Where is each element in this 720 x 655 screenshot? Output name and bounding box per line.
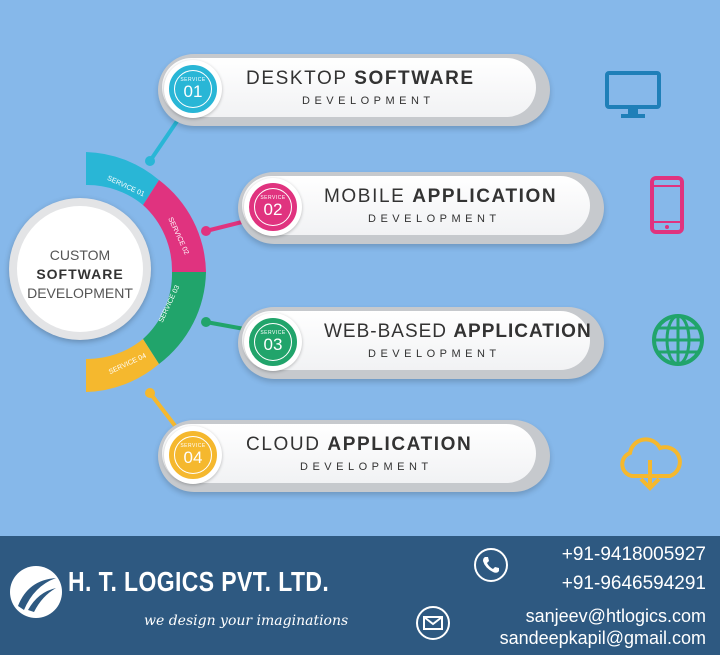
service-subtitle-02: DEVELOPMENT — [368, 213, 501, 225]
center-circle: CUSTOM SOFTWARE DEVELOPMENT — [9, 198, 151, 340]
service-subtitle-03: DEVELOPMENT — [368, 348, 501, 360]
envelope-icon — [416, 606, 450, 640]
center-line-3: DEVELOPMENT — [27, 285, 133, 301]
center-line-1: CUSTOM — [49, 247, 111, 263]
service-pill-01: SERVICE 01 DESKTOP SOFTWARE DEVELOPMENT — [158, 54, 550, 126]
arc-segment-01 — [86, 152, 159, 205]
service-title-04: CLOUD APPLICATION — [246, 434, 473, 455]
phone-icon — [474, 548, 508, 582]
service-number-01: 01 — [183, 82, 203, 101]
service-badge-02: SERVICE 02 — [244, 178, 302, 236]
service-title-03: WEB-BASED APPLICATION — [324, 321, 592, 342]
service-subtitle-01: DEVELOPMENT — [302, 95, 435, 107]
phone-number-1[interactable]: +91-9418005927 — [562, 544, 706, 566]
service-title-01: DESKTOP SOFTWARE — [246, 68, 475, 89]
swoosh-logo-icon — [10, 566, 62, 618]
desktop-monitor-icon — [605, 71, 661, 118]
service-badge-01: SERVICE 01 — [164, 60, 222, 118]
email-1[interactable]: sanjeev@htlogics.com — [526, 606, 706, 627]
service-number-02: 02 — [263, 200, 283, 219]
company-tagline: we design your imaginations — [144, 613, 349, 629]
service-badge-04: SERVICE 04 — [164, 426, 222, 484]
smartphone-icon — [650, 176, 684, 234]
cloud-download-icon — [620, 437, 682, 491]
company-name: H. T. LOGICS PVT. LTD. — [68, 566, 330, 597]
email-2[interactable]: sandeepkapil@gmail.com — [500, 628, 706, 649]
service-pill-03: SERVICE 03 WEB-BASED APPLICATION DEVELOP… — [238, 307, 604, 379]
globe-icon — [652, 314, 704, 366]
service-title-02: MOBILE APPLICATION — [324, 186, 558, 207]
phone-number-2[interactable]: +91-9646594291 — [562, 573, 706, 595]
service-badge-03: SERVICE 03 — [244, 313, 302, 371]
service-pill-02: SERVICE 02 MOBILE APPLICATION DEVELOPMEN… — [238, 172, 604, 244]
service-number-04: 04 — [183, 448, 203, 467]
service-number-03: 03 — [263, 335, 283, 354]
infographic: SERVICE 01 SERVICE 02 SERVICE 03 SERVICE… — [0, 0, 720, 655]
service-subtitle-04: DEVELOPMENT — [300, 461, 433, 473]
service-pill-04: SERVICE 04 CLOUD APPLICATION DEVELOPMENT — [158, 420, 550, 492]
center-line-2: SOFTWARE — [36, 266, 124, 282]
